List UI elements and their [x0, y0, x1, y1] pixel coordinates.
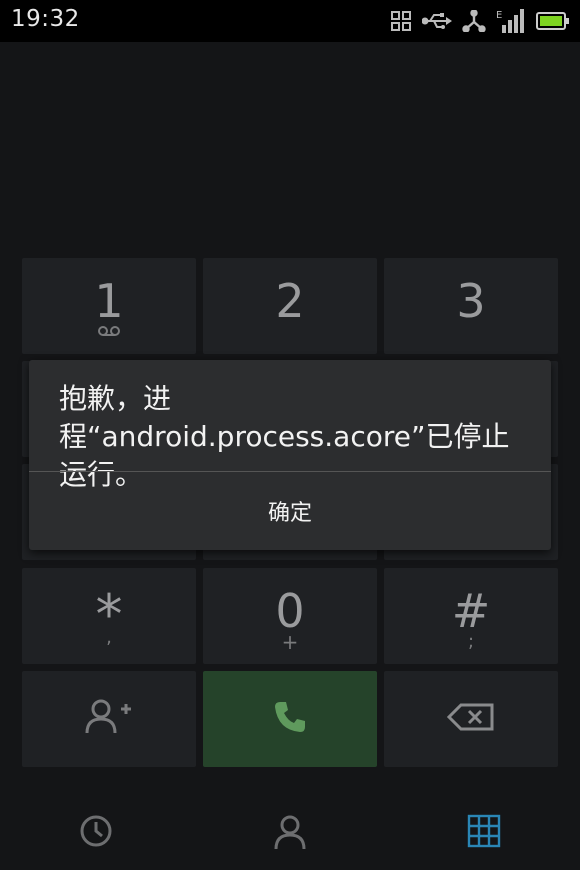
- ok-button[interactable]: 确定: [29, 472, 551, 550]
- dial-key-0[interactable]: 0 +: [203, 568, 377, 664]
- call-log-icon[interactable]: [79, 814, 113, 852]
- dial-key-2[interactable]: 2: [203, 258, 377, 354]
- key-digit: 3: [456, 274, 486, 328]
- key-digit: 1: [94, 274, 124, 328]
- dial-key-hash[interactable]: # ;: [384, 568, 558, 664]
- status-time: 19:32: [11, 6, 80, 32]
- key-digit: 2: [275, 274, 305, 328]
- battery-icon: [536, 11, 570, 31]
- dial-key-1[interactable]: 1: [22, 258, 196, 354]
- bottom-nav: [0, 786, 580, 870]
- svg-text:E: E: [496, 10, 502, 21]
- status-icons: E: [390, 8, 570, 34]
- backspace-icon: [446, 702, 495, 736]
- dial-key-3[interactable]: 3: [384, 258, 558, 354]
- usb-debug-icon: [462, 10, 486, 32]
- contacts-icon[interactable]: [273, 814, 307, 854]
- key-sub: ,: [106, 627, 112, 648]
- add-contact-button[interactable]: [22, 671, 196, 767]
- key-digit: #: [451, 584, 491, 638]
- key-digit: 0: [275, 584, 305, 638]
- key-sub: ;: [467, 631, 475, 652]
- call-button[interactable]: [203, 671, 377, 767]
- status-bar: 19:32 E: [0, 0, 580, 42]
- key-sub: +: [281, 630, 299, 654]
- dial-key-star[interactable]: * ,: [22, 568, 196, 664]
- backspace-button[interactable]: [384, 671, 558, 767]
- grid-apps-icon: [390, 10, 412, 32]
- call-icon: [272, 699, 308, 739]
- voicemail-icon: [22, 324, 196, 340]
- signal-e-icon: E: [496, 9, 526, 33]
- dialpad-icon[interactable]: [467, 814, 501, 852]
- add-contact-icon: [85, 697, 133, 741]
- usb-icon: [422, 11, 452, 31]
- error-dialog: 抱歉，进程“android.process.acore”已停止运行。 确定: [29, 360, 551, 550]
